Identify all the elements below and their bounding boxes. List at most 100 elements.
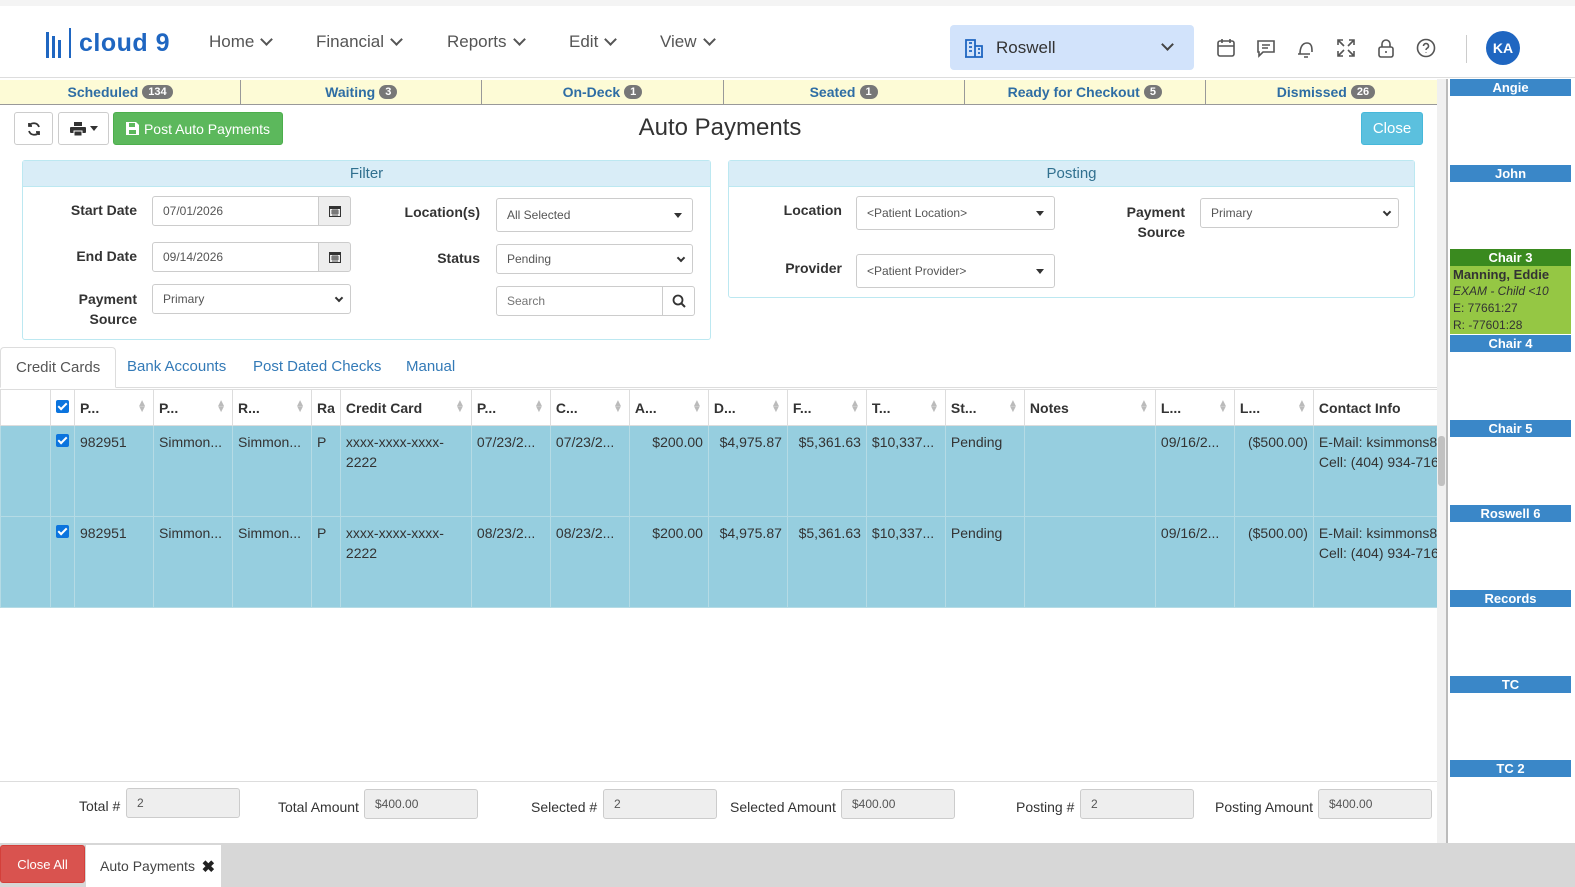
chevron-down-icon: [260, 33, 274, 46]
calendar-icon: [328, 252, 341, 263]
tab-post-dated-checks[interactable]: Post Dated Checks: [238, 347, 396, 388]
column-header[interactable]: D... ▲ ▼: [707, 389, 788, 426]
chat-icon[interactable]: [1255, 37, 1277, 59]
posting-provider-select[interactable]: <Patient Provider>: [856, 254, 1055, 288]
search-icon: [672, 294, 686, 308]
posting-location-select[interactable]: <Patient Location>: [856, 196, 1055, 230]
count-badge: 1: [859, 85, 878, 99]
filter-panel-title: Filter: [23, 161, 710, 187]
menu-home[interactable]: Home: [209, 32, 274, 52]
status-ready-for-checkout[interactable]: Ready for Checkout 5: [964, 80, 1206, 105]
posting-amount-label: Posting Amount: [1215, 799, 1314, 815]
posting-payment-source-select[interactable]: Primary: [1200, 198, 1399, 228]
status-scheduled[interactable]: Scheduled 134: [0, 80, 242, 105]
menu-edit[interactable]: Edit: [569, 32, 618, 52]
save-icon: [125, 122, 139, 135]
menu-view[interactable]: View: [660, 32, 716, 52]
status-seated[interactable]: Seated 1: [723, 80, 965, 105]
chair-header[interactable]: Chair 3: [1450, 249, 1571, 266]
search-input[interactable]: [496, 286, 663, 316]
column-header[interactable]: P... ▲ ▼: [470, 389, 551, 426]
start-date-calendar-button[interactable]: [318, 196, 351, 226]
chair-header[interactable]: TC: [1450, 676, 1571, 693]
table-row[interactable]: 982951 Simmon... Simmon... P xxxx-xxxx-x…: [0, 516, 1485, 608]
status-on-deck[interactable]: On-Deck 1: [482, 80, 724, 105]
table-row[interactable]: 982951 Simmon... Simmon... P xxxx-xxxx-x…: [0, 425, 1485, 517]
print-dropdown-button[interactable]: [58, 112, 109, 145]
column-header[interactable]: F... ▲ ▼: [786, 389, 867, 426]
column-header[interactable]: R... ▲ ▼: [232, 389, 312, 426]
locations-select[interactable]: All Selected: [496, 198, 693, 232]
chair-sidebar: Angie John Chair 3 Manning, Eddie EXAM -…: [1446, 79, 1575, 843]
close-all-button[interactable]: Close All: [0, 845, 85, 883]
end-date-calendar-button[interactable]: [318, 242, 351, 272]
payment-source-label: Payment Source: [78, 291, 137, 327]
search-button[interactable]: [662, 286, 695, 316]
post-auto-payments-button[interactable]: Post Auto Payments: [113, 112, 283, 145]
close-button[interactable]: Close: [1361, 112, 1423, 145]
chair-header[interactable]: Chair 5: [1450, 420, 1571, 437]
user-avatar[interactable]: KA: [1486, 31, 1520, 65]
chair-header[interactable]: Angie: [1450, 79, 1571, 96]
count-badge: 3: [379, 85, 398, 99]
column-header[interactable]: Notes ▲ ▼: [1023, 389, 1156, 426]
locations-label: Location(s): [404, 204, 480, 220]
calendar-icon: [328, 206, 341, 217]
checkbox-checked-icon: [56, 525, 69, 538]
end-date-input[interactable]: 09/14/2026: [152, 242, 319, 272]
select-all-checkbox[interactable]: [50, 389, 75, 426]
column-header[interactable]: Ra: [311, 389, 341, 426]
close-icon[interactable]: ✖: [202, 857, 215, 877]
location-selector[interactable]: Roswell: [950, 25, 1194, 70]
column-header[interactable]: C... ▲ ▼: [549, 389, 630, 426]
appointment-card[interactable]: Manning, Eddie EXAM - Child <10 E: 77661…: [1450, 266, 1571, 334]
count-badge: 1: [624, 85, 643, 99]
tab-credit-cards[interactable]: Credit Cards: [0, 347, 117, 388]
column-header[interactable]: Credit Card ▲ ▼: [339, 389, 472, 426]
chair-header[interactable]: TC 2: [1450, 760, 1571, 777]
notifications-icon[interactable]: [1295, 37, 1317, 59]
tab-manual[interactable]: Manual: [391, 347, 470, 388]
chair-header[interactable]: Chair 4: [1450, 335, 1571, 352]
chair-header[interactable]: Roswell 6: [1450, 505, 1571, 522]
menu-financial[interactable]: Financial: [316, 32, 403, 52]
refresh-button[interactable]: [14, 112, 53, 145]
column-header[interactable]: A... ▲ ▼: [628, 389, 709, 426]
row-checkbox[interactable]: [50, 425, 75, 517]
sort-icon: ▲▼: [771, 398, 781, 415]
posting-location-label: Location: [783, 202, 842, 218]
column-header[interactable]: St... ▲ ▼: [944, 389, 1025, 426]
chevron-down-icon: [334, 293, 344, 303]
column-header[interactable]: T... ▲ ▼: [865, 389, 946, 426]
status-waiting[interactable]: Waiting 3: [241, 80, 483, 105]
column-header[interactable]: P... ▲ ▼: [153, 389, 233, 426]
column-header[interactable]: L... ▲ ▼: [1233, 389, 1314, 426]
cloud9-logo[interactable]: cloud 9: [46, 28, 170, 58]
row-checkbox[interactable]: [50, 516, 75, 608]
scrollbar-thumb[interactable]: [1438, 436, 1445, 486]
status-dismissed[interactable]: Dismissed 26: [1205, 80, 1448, 105]
main-scrollbar[interactable]: [1437, 79, 1446, 843]
chair-header[interactable]: Records: [1450, 590, 1571, 607]
sort-icon: ▲▼: [1008, 398, 1018, 415]
window-tab-auto-payments[interactable]: Auto Payments ✖: [86, 845, 221, 887]
column-header[interactable]: P... ▲ ▼: [74, 389, 154, 426]
menu-reports[interactable]: Reports: [447, 32, 526, 52]
posting-payment-source-label: Payment Source: [1126, 204, 1185, 240]
chair-header[interactable]: John: [1450, 165, 1571, 182]
brand-name: cloud 9: [79, 28, 171, 57]
appointment-type: EXAM - Child <10: [1453, 284, 1549, 298]
lock-icon[interactable]: [1375, 37, 1397, 59]
start-date-input[interactable]: 07/01/2026: [152, 196, 319, 226]
calendar-icon[interactable]: [1215, 37, 1237, 59]
tab-bank-accounts[interactable]: Bank Accounts: [112, 347, 241, 388]
sort-icon: ▲▼: [137, 398, 147, 415]
payment-source-select[interactable]: Primary: [152, 284, 351, 314]
sort-icon: ▲▼: [455, 398, 465, 415]
fullscreen-icon[interactable]: [1335, 37, 1357, 59]
total-count-label: Total #: [79, 798, 121, 814]
column-header[interactable]: L... ▲ ▼: [1154, 389, 1235, 426]
status-select[interactable]: Pending: [496, 244, 693, 274]
help-icon[interactable]: [1415, 37, 1437, 59]
total-amount-field: $400.00: [364, 789, 478, 819]
